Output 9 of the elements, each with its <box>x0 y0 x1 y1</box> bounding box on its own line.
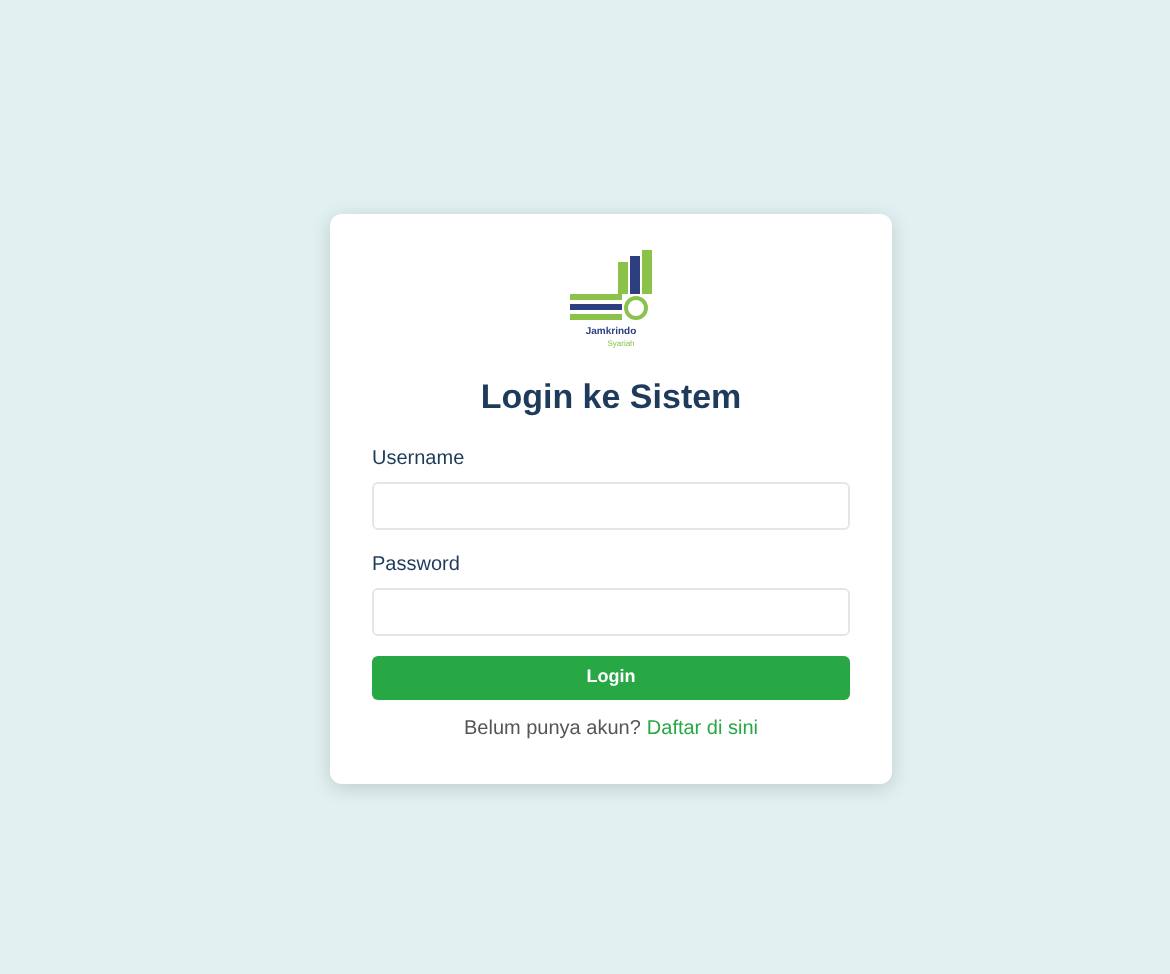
login-title: Login ke Sistem <box>478 376 744 420</box>
input-field[interactable] <box>372 481 850 529</box>
logo-icon <box>569 250 653 322</box>
login-button[interactable]: Login <box>372 655 850 699</box>
field-label: Username <box>372 445 467 473</box>
input-field[interactable] <box>372 587 850 635</box>
signup-prompt: Belum punya akun? <box>464 715 641 743</box>
signup-link[interactable]: Daftar di sini <box>646 713 758 743</box>
field-label: Password <box>372 551 462 579</box>
